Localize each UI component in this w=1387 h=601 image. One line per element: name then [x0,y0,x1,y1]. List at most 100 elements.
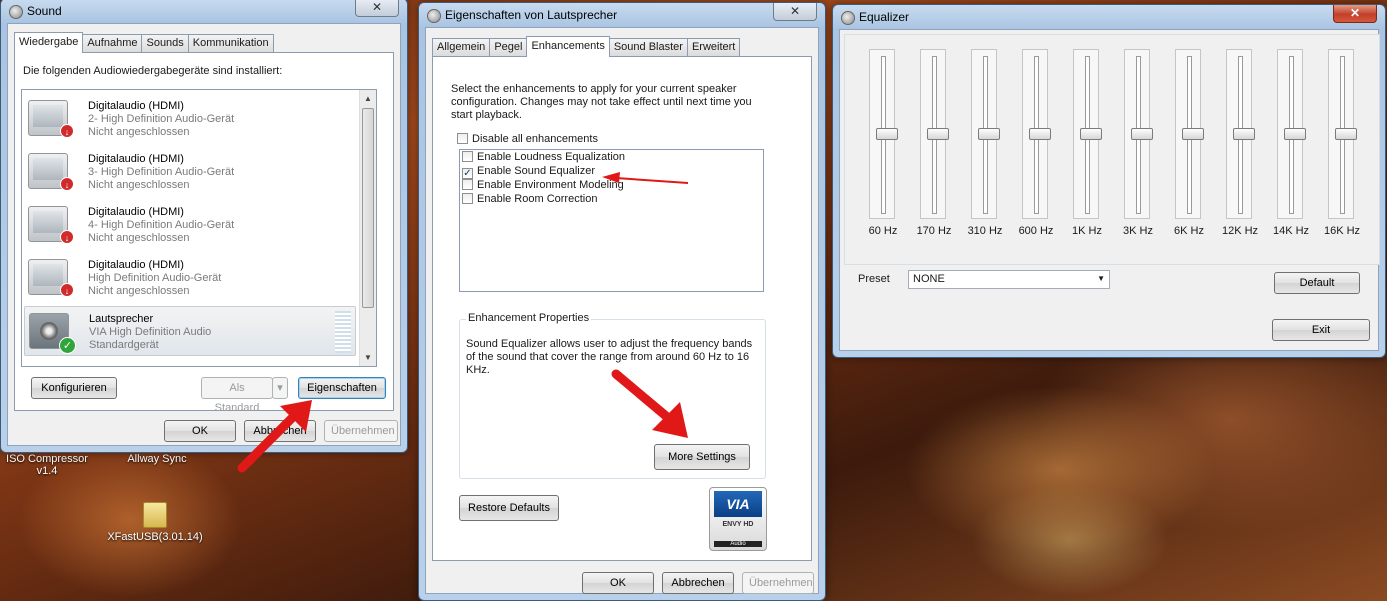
device-description: High Definition Audio-Gerät [88,272,222,284]
disable-all-row[interactable]: Disable all enhancements [457,133,598,145]
ok-button[interactable]: OK [164,420,236,442]
enhancements-list[interactable]: Enable Loudness Equalization ✓ Enable Sou… [459,149,764,292]
window-title: Eigenschaften von Lautsprecher [445,8,618,22]
sound-equalizer-checkbox[interactable]: ✓ [462,168,473,179]
desktop-icon-iso-compressor[interactable]: ISO Compressor v1.4 [2,453,92,477]
eq-band-label: 60 Hz [868,225,898,237]
tab-kommunikation[interactable]: Kommunikation [187,34,274,52]
eq-slider-track[interactable] [1022,49,1051,219]
eq-band: 60 Hz [865,49,901,249]
device-status: Standardgerät [89,339,159,351]
environment-checkbox[interactable] [462,179,473,190]
set-default-dropdown[interactable]: ▾ [272,377,288,399]
more-settings-button[interactable]: More Settings [654,444,750,470]
eq-slider-track[interactable] [920,49,949,219]
enhancements-panel: Select the enhancements to apply for you… [432,56,812,561]
device-description: VIA High Definition Audio [89,326,212,338]
playback-panel: Die folgenden Audiowiedergabegeräte sind… [14,52,394,414]
equalizer-window: Equalizer ✕ 60 Hz 170 Hz 310 Hz 600 Hz 1K Hz… [832,4,1386,358]
desktop-icon-label: v1.4 [36,465,58,477]
list-item-selected[interactable]: ✓ Lautsprecher VIA High Definition Audio… [24,306,356,356]
desktop-icon-allway-sync[interactable]: Allway Sync [112,453,202,465]
cancel-button[interactable]: Abbrechen [244,420,316,442]
eq-slider-thumb[interactable] [1335,128,1357,140]
equalizer-bands-panel: 60 Hz 170 Hz 310 Hz 600 Hz 1K Hz 3K Hz 6K Hz 12… [844,34,1380,265]
disable-all-checkbox[interactable] [457,133,468,144]
cancel-button[interactable]: Abbrechen [662,572,734,594]
eq-slider-track[interactable] [1124,49,1153,219]
list-item[interactable]: ↓ Digitalaudio (HDMI) 3- High Definition… [24,147,356,197]
exit-button[interactable]: Exit [1272,319,1370,341]
window-title: Equalizer [859,10,910,24]
eq-slider-thumb[interactable] [1284,128,1306,140]
close-button[interactable]: ✕ [355,0,399,17]
eq-slider-thumb[interactable] [1080,128,1102,140]
enhancement-label: Enable Room Correction [477,193,598,205]
eq-slider-thumb[interactable] [1029,128,1051,140]
eq-band: 3K Hz [1120,49,1156,249]
tab-erweitert[interactable]: Erweitert [686,38,741,56]
scroll-thumb[interactable] [362,108,374,308]
eq-band-label: 16K Hz [1323,225,1361,237]
properties-button[interactable]: Eigenschaften [298,377,386,399]
preset-select[interactable]: NONE ▼ [908,270,1110,289]
apply-button[interactable]: Übernehmen [324,420,398,442]
configure-button[interactable]: Konfigurieren [31,377,117,399]
ok-button[interactable]: OK [582,572,654,594]
eq-band-label: 3K Hz [1123,225,1153,237]
eq-band-label: 1K Hz [1072,225,1102,237]
tab-enhancements[interactable]: Enhancements [526,36,610,57]
disconnected-icon: ↓ [60,177,74,191]
eq-band: 16K Hz [1324,49,1360,249]
list-item[interactable]: ✓ Enable Sound Equalizer [462,165,761,179]
device-status: Nicht angeschlossen [88,285,190,297]
list-item[interactable]: ↓ Digitalaudio (HDMI) 4- High Definition… [24,200,356,250]
eq-band: 14K Hz [1273,49,1309,249]
tab-aufnahme[interactable]: Aufnahme [82,34,143,52]
eq-slider-thumb[interactable] [927,128,949,140]
list-item[interactable]: ↓ Digitalaudio (HDMI) 2- High Definition… [24,94,356,144]
default-button[interactable]: Default [1274,272,1360,294]
intro-text: Die folgenden Audiowiedergabegeräte sind… [23,65,283,77]
eq-slider-thumb[interactable] [1233,128,1255,140]
device-description: 3- High Definition Audio-Gerät [88,166,235,178]
eq-slider-thumb[interactable] [1131,128,1153,140]
tab-allgemein[interactable]: Allgemein [432,38,491,56]
device-name: Digitalaudio (HDMI) [88,206,184,218]
room-correction-checkbox[interactable] [462,193,473,204]
tab-pegel[interactable]: Pegel [489,38,528,56]
eq-slider-track[interactable] [1073,49,1102,219]
apply-button[interactable]: Übernehmen [742,572,814,594]
tab-sound-blaster[interactable]: Sound Blaster [608,38,688,56]
list-item[interactable]: Enable Room Correction [462,193,761,207]
list-item[interactable]: ↓ Digitalaudio (HDMI) High Definition Au… [24,253,356,303]
set-default-button[interactable]: Als Standard [201,377,273,414]
list-item[interactable]: Enable Environment Modeling [462,179,761,193]
scroll-down-icon[interactable]: ▼ [360,349,376,366]
device-list[interactable]: ↓ Digitalaudio (HDMI) 2- High Definition… [21,89,377,367]
eq-slider-thumb[interactable] [876,128,898,140]
eq-slider-track[interactable] [869,49,898,219]
list-item[interactable]: Enable Loudness Equalization [462,151,761,165]
eq-slider-thumb[interactable] [1182,128,1204,140]
eq-slider-track[interactable] [1277,49,1306,219]
eq-band: 1K Hz [1069,49,1105,249]
eq-slider-track[interactable] [1226,49,1255,219]
scroll-up-icon[interactable]: ▲ [360,90,376,107]
loudness-checkbox[interactable] [462,151,473,162]
tab-wiedergabe[interactable]: Wiedergabe [14,32,84,53]
eq-slider-track[interactable] [971,49,1000,219]
restore-defaults-button[interactable]: Restore Defaults [459,495,559,521]
desktop-icon-xfastusb[interactable]: XFastUSB(3.01.14) [100,502,210,543]
close-button[interactable]: ✕ [1333,5,1377,23]
device-name: Digitalaudio (HDMI) [88,100,184,112]
close-button[interactable]: ✕ [773,3,817,21]
eq-band-label: 12K Hz [1221,225,1259,237]
eq-slider-track[interactable] [1328,49,1357,219]
eq-slider-track[interactable] [1175,49,1204,219]
tab-sounds[interactable]: Sounds [141,34,189,52]
vertical-scrollbar[interactable]: ▲ ▼ [359,90,376,366]
folder-icon [143,502,167,528]
eq-slider-thumb[interactable] [978,128,1000,140]
disconnected-icon: ↓ [60,124,74,138]
